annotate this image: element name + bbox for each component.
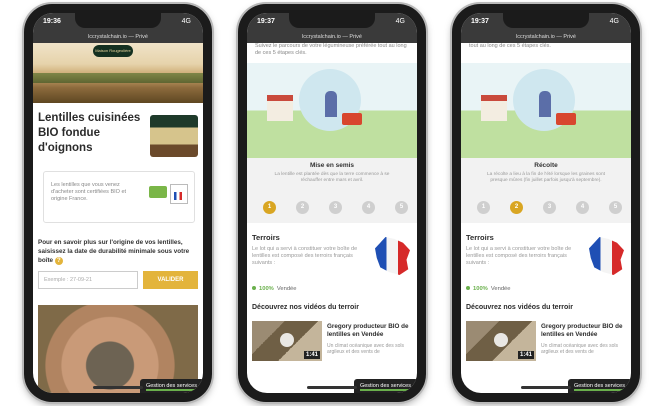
route-intro-text: tout au long de ces 5 étapes clés. (469, 43, 551, 49)
notch (75, 13, 161, 28)
step-1-button[interactable]: 1 (263, 201, 276, 214)
cookie-settings-button[interactable]: Gestion des services (567, 379, 631, 393)
page-content: Suivez le parcours de votre légumineuse … (247, 43, 417, 393)
play-icon[interactable] (494, 333, 508, 347)
phone-mockup-1: 19:36 4G lccrystalchain.io — Privé Maiso… (24, 4, 212, 402)
video-title[interactable]: Gregory producteur BIO de lentilles en V… (327, 323, 415, 339)
farm-illustration (247, 63, 417, 158)
region-name: Vendée (490, 286, 511, 292)
percent-value: 100% (259, 286, 274, 292)
status-time: 19:37 (471, 18, 489, 25)
videos-section-title: Découvrez nos vidéos du terroir (252, 304, 359, 311)
network-indicator: 4G (395, 18, 405, 25)
green-dot-icon (252, 286, 256, 290)
step-description: La lentille est plantée dès que la terre… (274, 172, 390, 183)
step-4-button[interactable]: 4 (362, 201, 375, 214)
validate-button[interactable]: VALIDER (143, 271, 198, 289)
phone-mockup-2: 19:37 4G lccrystalchain.io — Privé Suive… (238, 4, 426, 402)
video-title[interactable]: Gregory producteur BIO de lentilles en V… (541, 323, 629, 339)
network-indicator: 4G (181, 18, 191, 25)
tractor-illustration (556, 113, 576, 125)
terroir-percentage: 100% Vendée (252, 286, 297, 292)
phone-mockup-3: 19:37 4G lccrystalchain.io — Privé tout … (452, 4, 640, 402)
tree-line (33, 73, 203, 83)
page-content: Maison Rougeolière Lentilles cuisinées B… (33, 43, 203, 393)
cookie-settings-button[interactable]: Gestion des services (353, 379, 417, 393)
terroir-description: Le lot qui a servi à constituer votre bo… (252, 246, 358, 266)
certification-box: Les lentilles que vous venez d'acheter s… (43, 171, 195, 223)
brand-logo: Maison Rougeolière (93, 45, 133, 57)
step-1-button[interactable]: 1 (477, 201, 490, 214)
video-thumbnail[interactable]: 1:41 (252, 321, 322, 361)
farmhouse-illustration (481, 95, 507, 121)
cookie-settings-button[interactable]: Gestion des services (139, 379, 203, 393)
play-icon[interactable] (280, 333, 294, 347)
help-icon[interactable]: ? (54, 257, 63, 265)
step-title: Mise en semis (309, 162, 355, 169)
farm-illustration (461, 63, 631, 158)
farmer-illustration (539, 91, 551, 117)
video-duration: 1:41 (517, 351, 534, 359)
france-flag-icon (174, 192, 182, 200)
url-bar[interactable]: lccrystalchain.io — Privé (33, 31, 203, 43)
home-indicator (93, 386, 143, 389)
screen: 19:37 4G lccrystalchain.io — Privé tout … (461, 13, 631, 393)
step-carousel: Mise en semis La lentille est plantée dè… (247, 158, 417, 223)
status-time: 19:36 (43, 18, 61, 25)
home-indicator (307, 386, 357, 389)
notch (503, 13, 589, 28)
eu-organic-leaf-icon (149, 186, 167, 198)
product-title: Lentilles cuisinées BIO fondue d'oignons (38, 112, 141, 154)
percent-value: 100% (473, 286, 488, 292)
videos-section-title: Découvrez nos vidéos du terroir (466, 304, 573, 311)
terroir-title: Terroirs (466, 233, 494, 242)
url-bar[interactable]: lccrystalchain.io — Privé (461, 31, 631, 43)
farmhouse-illustration (267, 95, 293, 121)
date-input[interactable]: Exemple : 27-09-21 (38, 271, 138, 289)
step-description: La récolte a lieu à la fin de l'été lors… (487, 172, 605, 183)
step-2-button[interactable]: 2 (296, 201, 309, 214)
home-indicator (521, 386, 571, 389)
step-title: Récolte (534, 162, 558, 169)
step-3-button[interactable]: 3 (543, 201, 556, 214)
terroir-title: Terroirs (252, 233, 280, 242)
step-4-button[interactable]: 4 (576, 201, 589, 214)
network-indicator: 4G (609, 18, 619, 25)
step-5-button[interactable]: 5 (609, 201, 622, 214)
page-content: tout au long de ces 5 étapes clés. Récol… (461, 43, 631, 393)
field-banner-image: Maison Rougeolière (33, 43, 203, 103)
france-map-icon (375, 237, 410, 275)
notch (289, 13, 375, 28)
product-package-image (150, 115, 198, 157)
url-bar[interactable]: lccrystalchain.io — Privé (247, 31, 417, 43)
video-description: Un climat océanique avec des sols argile… (327, 343, 404, 355)
screen: 19:37 4G lccrystalchain.io — Privé Suive… (247, 13, 417, 393)
step-carousel: Récolte La récolte a lieu à la fin de l'… (461, 158, 631, 223)
terroir-percentage: 100% Vendée (466, 286, 511, 292)
video-description: Un climat océanique avec des sols argile… (541, 343, 618, 355)
certification-text: Les lentilles que vous venez d'acheter s… (51, 182, 127, 202)
tractor-illustration (342, 113, 362, 125)
green-dot-icon (466, 286, 470, 290)
video-thumbnail[interactable]: 1:41 (466, 321, 536, 361)
farmer-illustration (325, 91, 337, 117)
route-intro-text: Suivez le parcours de votre légumineuse … (255, 43, 407, 56)
step-2-button[interactable]: 2 (510, 201, 523, 214)
step-5-button[interactable]: 5 (395, 201, 408, 214)
terroir-description: Le lot qui a servi à constituer votre bo… (466, 246, 572, 266)
screen: 19:36 4G lccrystalchain.io — Privé Maiso… (33, 13, 203, 393)
status-time: 19:37 (257, 18, 275, 25)
region-name: Vendée (276, 286, 297, 292)
video-duration: 1:41 (303, 351, 320, 359)
step-3-button[interactable]: 3 (329, 201, 342, 214)
lookup-instructions: Pour en savoir plus sur l'origine de vos… (38, 238, 198, 265)
france-map-icon (589, 237, 624, 275)
